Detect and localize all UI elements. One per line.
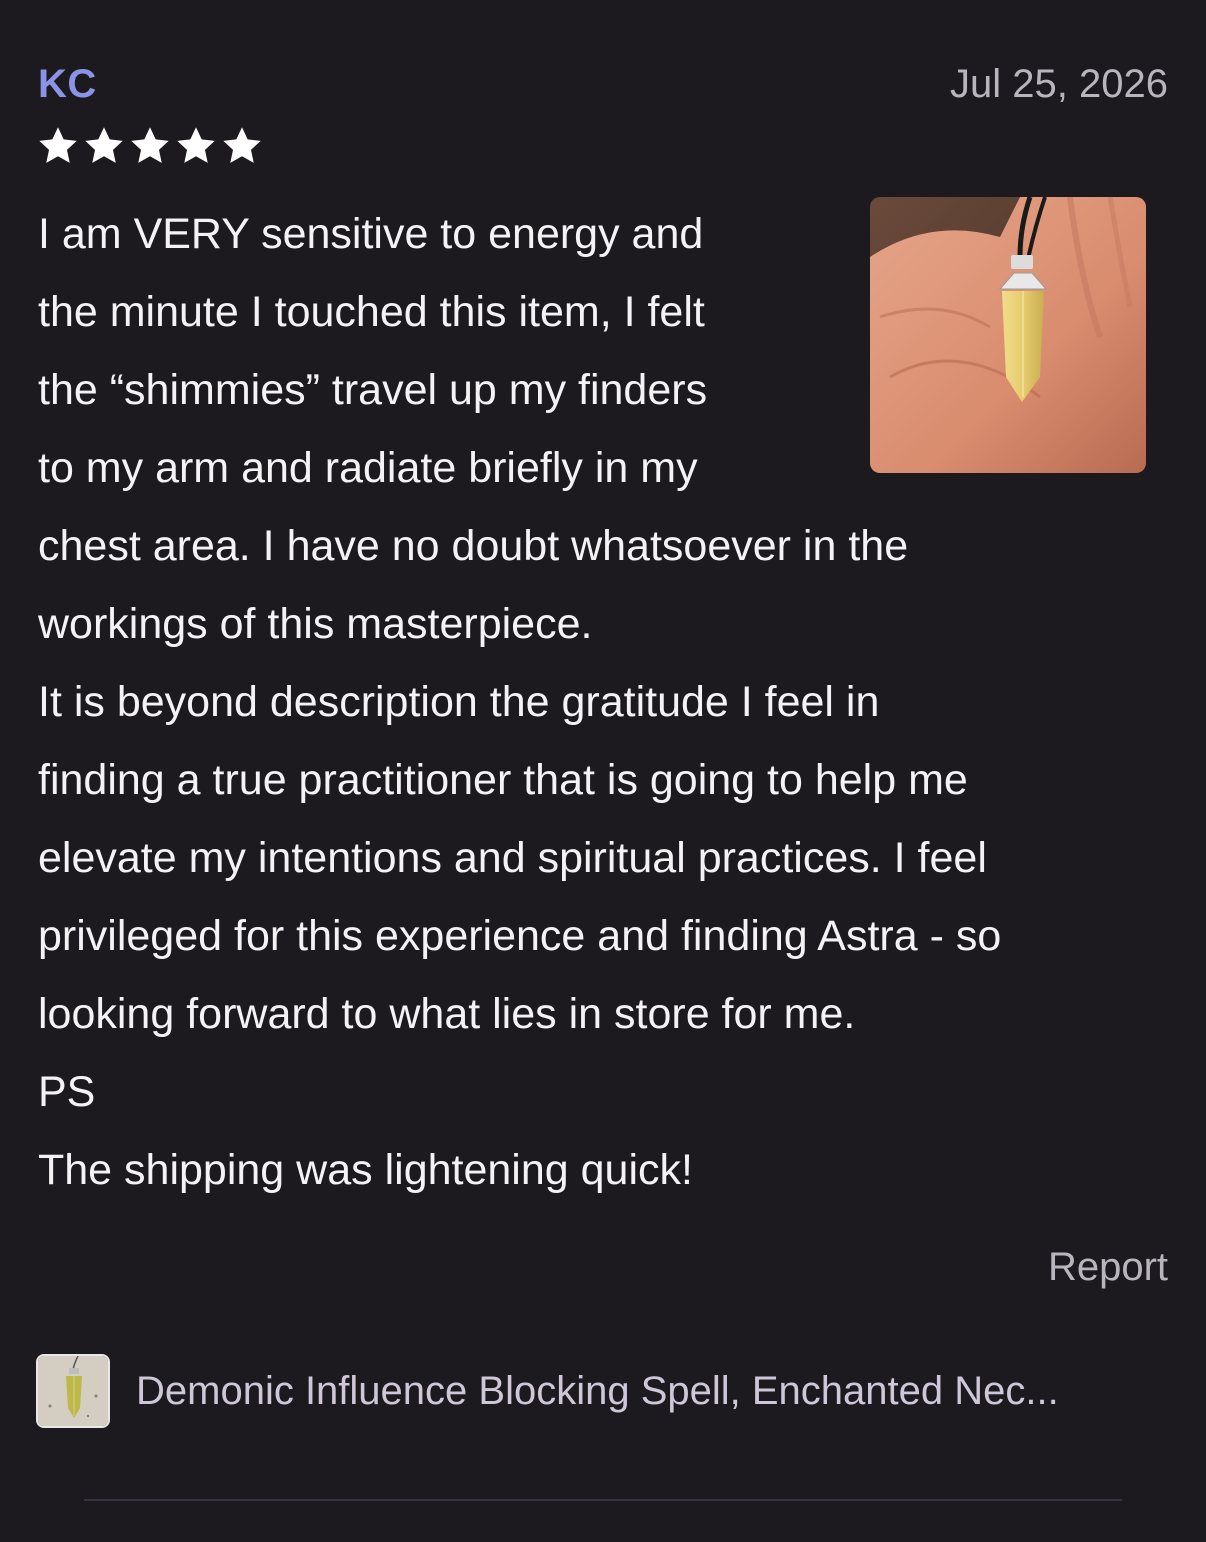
review-body-line: the minute I touched this item, I felt	[38, 288, 705, 336]
report-link[interactable]: Report	[1048, 1245, 1168, 1290]
review-body-line: elevate my intentions and spiritual prac…	[38, 834, 987, 882]
review-body-line: looking forward to what lies in store fo…	[38, 990, 856, 1038]
reviewer-name[interactable]: KC	[38, 62, 97, 107]
review-card: KC Jul 25, 2026 I am VERY sensitive to e…	[0, 0, 1206, 1542]
review-body-line: I am VERY sensitive to energy and	[38, 210, 704, 258]
star-icon	[131, 127, 169, 163]
pendant-thumbnail-icon	[38, 1356, 108, 1426]
review-body-line: privileged for this experience and findi…	[38, 912, 1002, 960]
review-date: Jul 25, 2026	[950, 62, 1168, 106]
product-link[interactable]: Demonic Influence Blocking Spell, Enchan…	[36, 1354, 1059, 1428]
star-icon	[177, 127, 215, 163]
review-body-line: the “shimmies” travel up my finders	[38, 366, 708, 414]
product-thumbnail[interactable]	[36, 1354, 110, 1428]
review-body-line: PS	[38, 1068, 96, 1116]
review-body-line: finding a true practitioner that is goin…	[38, 756, 968, 804]
star-icon	[39, 127, 77, 163]
review-body-line: to my arm and radiate briefly in my	[38, 444, 698, 492]
star-icon	[223, 127, 261, 163]
review-body: I am VERY sensitive to energy and the mi…	[38, 195, 1168, 1209]
divider	[84, 1499, 1122, 1501]
star-icon	[85, 127, 123, 163]
product-name[interactable]: Demonic Influence Blocking Spell, Enchan…	[136, 1369, 1059, 1414]
review-body-line: It is beyond description the gratitude I…	[38, 678, 880, 726]
review-body-line: workings of this masterpiece.	[38, 600, 593, 648]
review-body-line: The shipping was lightening quick!	[38, 1146, 693, 1194]
review-body-line: chest area. I have no doubt whatsoever i…	[38, 522, 909, 570]
star-rating	[36, 124, 264, 168]
